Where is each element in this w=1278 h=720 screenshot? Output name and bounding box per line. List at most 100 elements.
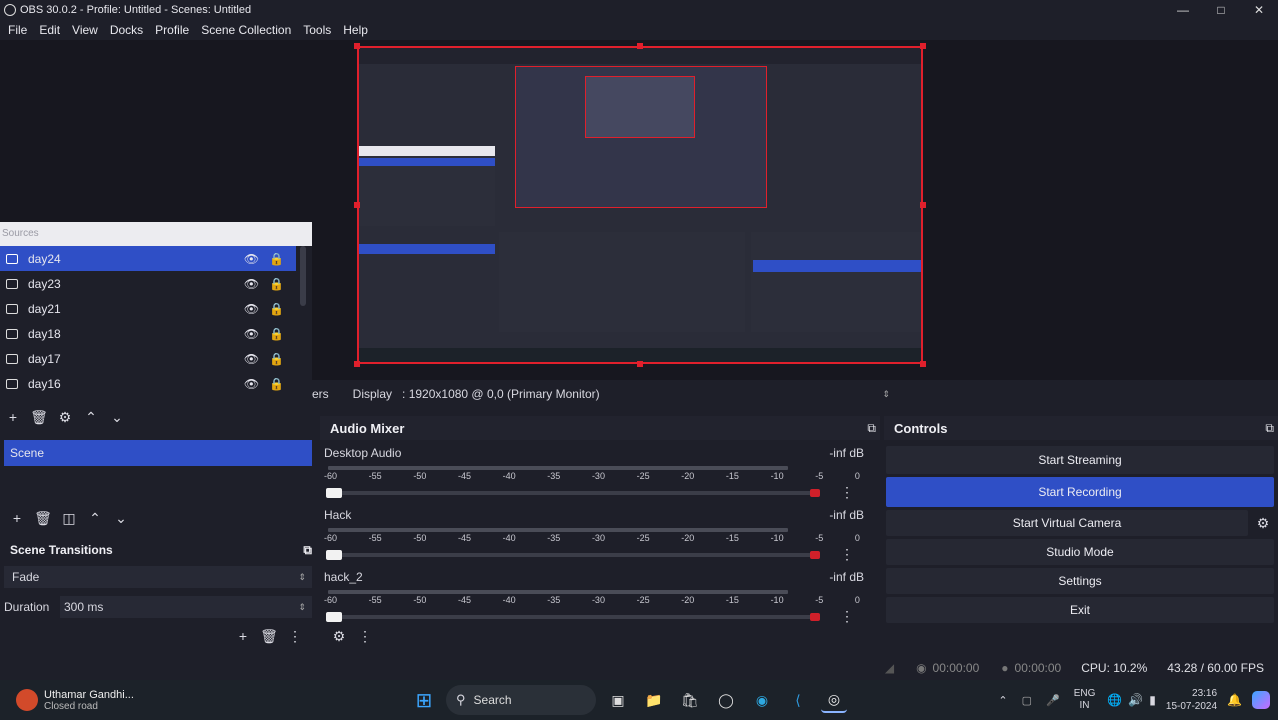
scene-item[interactable]: Scene — [4, 440, 312, 466]
user-widget[interactable]: Uthamar Gandhi... Closed road — [16, 689, 406, 712]
source-item[interactable]: day18 👁 🔒 — [0, 321, 296, 346]
slider-handle[interactable] — [326, 487, 342, 498]
spin-icon[interactable]: ⇕ — [298, 602, 306, 613]
dell-icon[interactable]: ◯ — [713, 687, 739, 713]
add-source-icon[interactable]: + — [0, 405, 26, 429]
undock-icon[interactable]: ⧉ — [1265, 421, 1274, 436]
volume-slider[interactable] — [326, 487, 820, 498]
source-item[interactable]: day23 👁 🔒 — [0, 271, 296, 296]
menu-edit[interactable]: Edit — [33, 23, 66, 37]
eye-icon[interactable]: 👁 — [244, 302, 259, 316]
menu-view[interactable]: View — [66, 23, 104, 37]
copilot-icon[interactable] — [1252, 691, 1270, 709]
virtual-camera-gear-icon[interactable]: ⚙ — [1252, 515, 1274, 532]
scene-up-icon[interactable]: ⌃ — [82, 506, 108, 530]
start-streaming-button[interactable]: Start Streaming — [886, 446, 1274, 474]
transition-menu-icon[interactable]: ⋮ — [282, 624, 308, 648]
taskbar-search[interactable]: ⚲ Search — [446, 685, 596, 715]
lock-icon[interactable]: 🔒 — [269, 327, 284, 341]
add-transition-icon[interactable]: + — [230, 624, 256, 648]
windows-start-icon[interactable]: ⊞ — [411, 687, 437, 713]
handle-tm[interactable] — [637, 43, 643, 49]
lock-icon[interactable]: 🔒 — [269, 252, 284, 266]
store-icon[interactable]: 🛍 — [677, 687, 703, 713]
transition-select[interactable]: Fade ⇕ — [4, 566, 312, 588]
notification-bell-icon[interactable]: 🔔 — [1227, 693, 1242, 707]
file-explorer-icon[interactable]: 📁 — [641, 687, 667, 713]
menu-file[interactable]: File — [2, 23, 33, 37]
channel-menu-icon[interactable]: ⋮ — [840, 608, 854, 625]
language-indicator[interactable]: ENG IN — [1074, 688, 1096, 712]
handle-bl[interactable] — [354, 361, 360, 367]
obs-taskbar-icon[interactable]: ◎ — [821, 687, 847, 713]
eye-icon[interactable]: 👁 — [244, 277, 259, 291]
slider-handle[interactable] — [326, 611, 342, 622]
scene-filters-icon[interactable]: ◫ — [56, 506, 82, 530]
duration-spinbox[interactable]: 300 ms ⇕ — [60, 596, 312, 618]
filters-button-fragment[interactable]: ers — [312, 387, 329, 401]
handle-ml[interactable] — [354, 202, 360, 208]
menu-scene-collection[interactable]: Scene Collection — [195, 23, 297, 37]
remove-scene-icon[interactable]: 🗑 — [30, 506, 56, 530]
source-item[interactable]: day16 👁 🔒 — [0, 371, 296, 396]
channel-menu-icon[interactable]: ⋮ — [840, 484, 854, 501]
preview-canvas[interactable] — [357, 46, 923, 364]
handle-bm[interactable] — [637, 361, 643, 367]
eye-icon[interactable]: 👁 — [244, 252, 259, 266]
eye-icon[interactable]: 👁 — [244, 377, 259, 391]
mic-icon[interactable]: 🎤 — [1046, 694, 1060, 707]
slider-handle[interactable] — [326, 549, 342, 560]
undock-icon[interactable]: ⧉ — [303, 543, 312, 558]
move-up-icon[interactable]: ⌃ — [78, 405, 104, 429]
chevron-up-icon[interactable]: ⌃ — [998, 694, 1007, 707]
handle-mr[interactable] — [920, 202, 926, 208]
menu-help[interactable]: Help — [337, 23, 374, 37]
menu-docks[interactable]: Docks — [104, 23, 149, 37]
exit-button[interactable]: Exit — [886, 597, 1274, 623]
sources-header[interactable]: Sources — [0, 222, 312, 246]
menu-profile[interactable]: Profile — [149, 23, 195, 37]
channel-menu-icon[interactable]: ⋮ — [840, 546, 854, 563]
globe-icon[interactable]: 🌐 — [1107, 693, 1122, 707]
lock-icon[interactable]: 🔒 — [269, 277, 284, 291]
remove-source-icon[interactable]: 🗑 — [26, 405, 52, 429]
handle-tl[interactable] — [354, 43, 360, 49]
settings-button[interactable]: Settings — [886, 568, 1274, 594]
close-icon[interactable]: ✕ — [1240, 0, 1278, 20]
start-recording-button[interactable]: Start Recording — [886, 477, 1274, 507]
undock-icon[interactable]: ⧉ — [867, 421, 876, 436]
source-item[interactable]: day17 👁 🔒 — [0, 346, 296, 371]
maximize-icon[interactable]: □ — [1202, 0, 1240, 20]
volume-icon[interactable]: 🔊 — [1128, 693, 1143, 707]
lock-icon[interactable]: 🔒 — [269, 302, 284, 316]
volume-slider[interactable] — [326, 549, 820, 560]
mixer-menu-icon[interactable]: ⋮ — [352, 624, 378, 648]
eye-icon[interactable]: 👁 — [244, 327, 259, 341]
start-virtual-camera-button[interactable]: Start Virtual Camera — [886, 510, 1248, 536]
handle-tr[interactable] — [920, 43, 926, 49]
task-view-icon[interactable]: ▣ — [605, 687, 631, 713]
scene-down-icon[interactable]: ⌄ — [108, 506, 134, 530]
move-down-icon[interactable]: ⌄ — [104, 405, 130, 429]
advanced-audio-gear-icon[interactable]: ⚙ — [326, 624, 352, 648]
sources-scrollbar[interactable] — [300, 246, 306, 306]
edge-icon[interactable]: ◉ — [749, 687, 775, 713]
handle-br[interactable] — [920, 361, 926, 367]
menu-tools[interactable]: Tools — [297, 23, 337, 37]
tray-icon[interactable]: ▢ — [1022, 694, 1032, 707]
display-select[interactable]: : 1920x1080 @ 0,0 (Primary Monitor) ⇕ — [400, 383, 896, 405]
studio-mode-button[interactable]: Studio Mode — [886, 539, 1274, 565]
minimize-icon[interactable]: — — [1164, 0, 1202, 20]
clock[interactable]: 23:16 15-07-2024 — [1166, 687, 1217, 713]
lock-icon[interactable]: 🔒 — [269, 377, 284, 391]
battery-icon[interactable]: ▮ — [1149, 693, 1156, 707]
vscode-icon[interactable]: ⟨ — [785, 687, 811, 713]
volume-slider[interactable] — [326, 611, 820, 622]
source-item[interactable]: day24 👁 🔒 — [0, 246, 296, 271]
add-scene-icon[interactable]: + — [4, 506, 30, 530]
eye-icon[interactable]: 👁 — [244, 352, 259, 366]
source-item[interactable]: day21 👁 🔒 — [0, 296, 296, 321]
remove-transition-icon[interactable]: 🗑 — [256, 624, 282, 648]
lock-icon[interactable]: 🔒 — [269, 352, 284, 366]
source-properties-gear-icon[interactable]: ⚙ — [52, 405, 78, 429]
